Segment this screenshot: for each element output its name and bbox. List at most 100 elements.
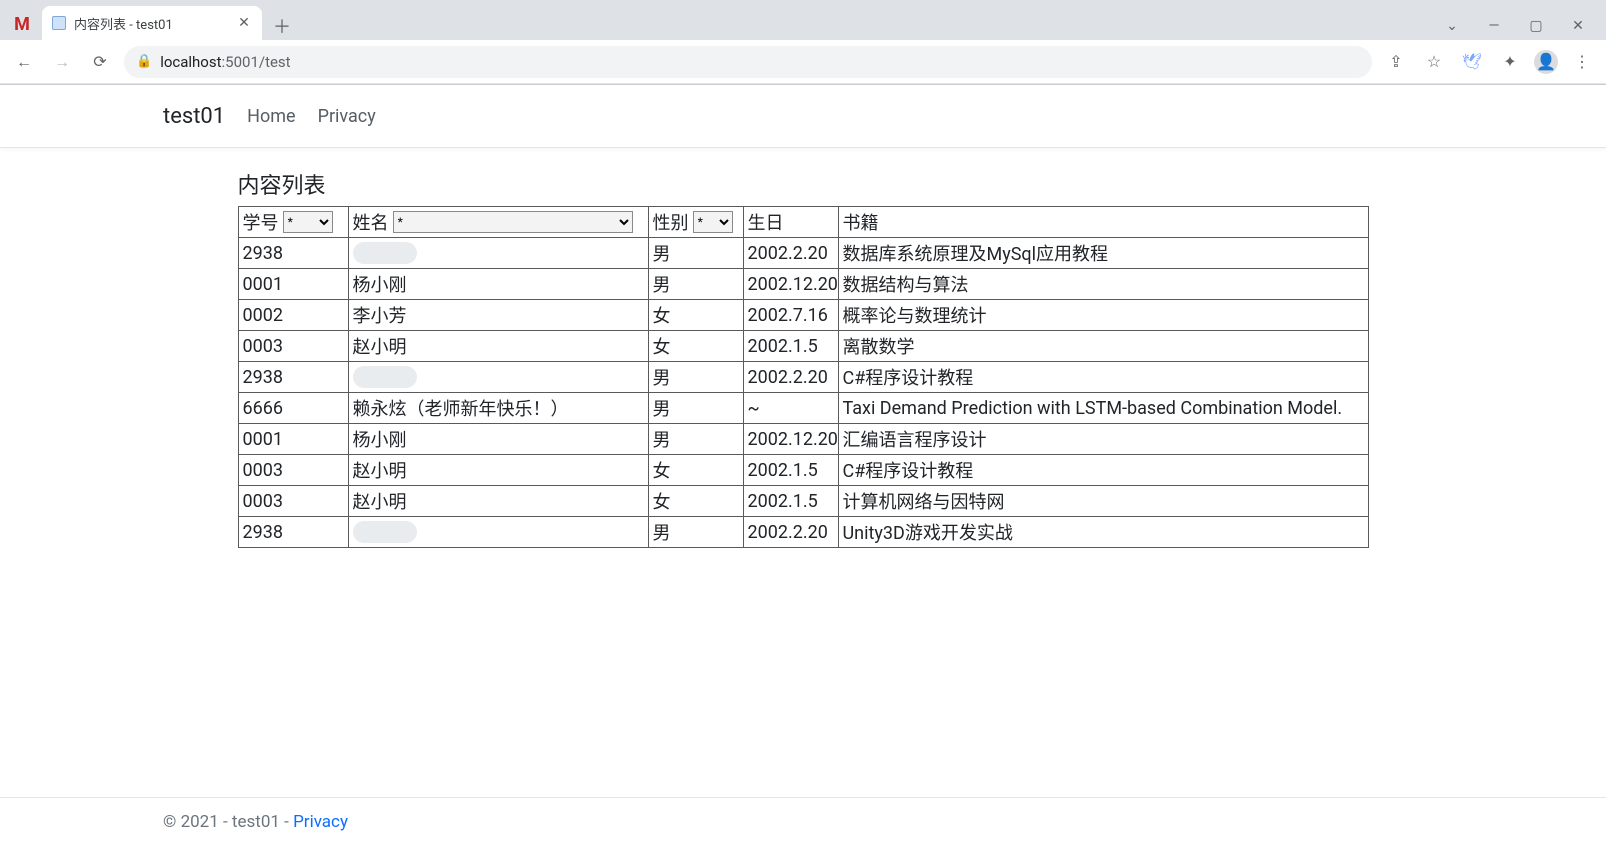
data-table: 学号 * 姓名 *: [238, 206, 1369, 548]
cell-name: [348, 362, 648, 393]
bookmark-icon[interactable]: ☆: [1420, 48, 1448, 76]
cell-birth: 2002.12.20: [743, 269, 838, 300]
extension-bird-icon[interactable]: 🕊: [1458, 48, 1486, 76]
cell-gender: 男: [648, 269, 743, 300]
table-row: 6666赖永炫（老师新年快乐！）男~Taxi Demand Prediction…: [238, 393, 1368, 424]
cell-book: 计算机网络与因特网: [838, 486, 1368, 517]
table-row: 2938男2002.2.20C#程序设计教程: [238, 362, 1368, 393]
browser-chrome: M 内容列表 - test01 ✕ ＋ ⌄ — ▢ ✕ ← → ⟳ 🔒 loca…: [0, 0, 1606, 85]
cell-gender: 男: [648, 424, 743, 455]
extensions-icon[interactable]: ✦: [1496, 48, 1524, 76]
reload-icon[interactable]: ⟳: [86, 48, 114, 76]
cell-book: C#程序设计教程: [838, 455, 1368, 486]
table-row: 2938 男2002.2.20数据库系统原理及MySql应用教程: [238, 238, 1368, 269]
cell-id: 0003: [238, 486, 348, 517]
window-controls: ⌄ — ▢ ✕: [1438, 18, 1602, 40]
url-text: localhost:5001/test: [160, 53, 290, 71]
minimize-icon[interactable]: —: [1480, 18, 1508, 34]
hdr-gender-label: 性别: [653, 209, 689, 235]
url-host: localhost: [160, 53, 221, 71]
cell-birth: 2002.1.5: [743, 486, 838, 517]
cell-name: [348, 238, 648, 269]
cell-birth: 2002.2.20: [743, 238, 838, 269]
cell-book: 数据库系统原理及MySql应用教程: [838, 238, 1368, 269]
cell-id: 0002: [238, 300, 348, 331]
table-row: 0003赵小明女2002.1.5C#程序设计教程: [238, 455, 1368, 486]
cell-name: 赵小明: [348, 331, 648, 362]
cell-birth: 2002.7.16: [743, 300, 838, 331]
table-row: 0001杨小刚男2002.12.20汇编语言程序设计: [238, 424, 1368, 455]
cell-book: 汇编语言程序设计: [838, 424, 1368, 455]
page: test01 Home Privacy 内容列表 学号 *: [0, 85, 1606, 862]
url-port: :5001: [222, 53, 259, 71]
profile-avatar-icon[interactable]: 👤: [1534, 50, 1558, 74]
forward-icon: →: [48, 48, 76, 76]
header-row: 学号 * 姓名 *: [238, 207, 1368, 238]
active-tab[interactable]: 内容列表 - test01 ✕: [42, 6, 262, 40]
cell-id: 2938: [238, 238, 348, 269]
cell-id: 2938: [238, 362, 348, 393]
address-bar[interactable]: 🔒 localhost:5001/test: [124, 46, 1372, 78]
cell-book: 离散数学: [838, 331, 1368, 362]
brand-link[interactable]: test01: [163, 104, 225, 129]
cell-gender: 男: [648, 238, 743, 269]
favicon-icon: [52, 16, 66, 30]
url-path: /test: [259, 53, 291, 71]
page-title: 内容列表: [238, 168, 1369, 200]
cell-book: Unity3D游戏开发实战: [838, 517, 1368, 548]
tab-strip: M 内容列表 - test01 ✕ ＋ ⌄ — ▢ ✕: [0, 0, 1606, 40]
footer-text: © 2021 - test01 -: [163, 812, 293, 832]
cell-gender: 男: [648, 393, 743, 424]
cell-id: 6666: [238, 393, 348, 424]
close-tab-icon[interactable]: ✕: [236, 15, 252, 31]
cell-book: 数据结构与算法: [838, 269, 1368, 300]
cell-birth: 2002.1.5: [743, 331, 838, 362]
close-window-icon[interactable]: ✕: [1564, 18, 1592, 34]
cell-birth: 2002.1.5: [743, 455, 838, 486]
cell-name: 赖永炫（老师新年快乐！）: [348, 393, 648, 424]
pinned-tab-icon[interactable]: M: [4, 8, 40, 40]
cell-name: 赵小明: [348, 455, 648, 486]
filter-name-select[interactable]: *: [393, 211, 633, 233]
table-body: 2938男2002.2.20数据库系统原理及MySql应用教程0001杨小刚男2…: [238, 238, 1368, 548]
filter-gender-select[interactable]: *: [693, 211, 733, 233]
back-icon[interactable]: ←: [10, 48, 38, 76]
table-row: 0002李小芳女2002.7.16概率论与数理统计: [238, 300, 1368, 331]
cell-id: 2938: [238, 517, 348, 548]
cell-name: 赵小明: [348, 486, 648, 517]
cell-birth: 2002.2.20: [743, 362, 838, 393]
cell-gender: 男: [648, 517, 743, 548]
cell-gender: 女: [648, 486, 743, 517]
footer: © 2021 - test01 - Privacy: [0, 797, 1606, 862]
hdr-name: 姓名 *: [348, 207, 648, 238]
hdr-name-label: 姓名: [353, 209, 389, 235]
filter-id-select[interactable]: *: [283, 211, 333, 233]
footer-privacy-link[interactable]: Privacy: [293, 812, 348, 832]
cell-gender: 女: [648, 300, 743, 331]
cell-book: Taxi Demand Prediction with LSTM-based C…: [838, 393, 1368, 424]
cell-id: 0003: [238, 455, 348, 486]
share-icon[interactable]: ⇪: [1382, 48, 1410, 76]
cell-birth: ~: [743, 393, 838, 424]
new-tab-button[interactable]: ＋: [268, 12, 296, 40]
cell-name: 李小芳: [348, 300, 648, 331]
hdr-id-label: 学号: [243, 209, 279, 235]
cell-name: [348, 517, 648, 548]
cell-book: 概率论与数理统计: [838, 300, 1368, 331]
cell-name: 杨小刚: [348, 269, 648, 300]
content: 内容列表 学号 *: [238, 148, 1369, 588]
table-row: 0003赵小明女2002.1.5离散数学: [238, 331, 1368, 362]
table-row: 0003赵小明女2002.1.5计算机网络与因特网: [238, 486, 1368, 517]
hdr-id: 学号 *: [238, 207, 348, 238]
chevron-down-icon[interactable]: ⌄: [1438, 18, 1466, 34]
maximize-icon[interactable]: ▢: [1522, 18, 1550, 34]
hdr-gender: 性别 *: [648, 207, 743, 238]
kebab-menu-icon[interactable]: ⋮: [1568, 48, 1596, 76]
hdr-book: 书籍: [838, 207, 1368, 238]
navbar: test01 Home Privacy: [0, 85, 1606, 148]
cell-gender: 女: [648, 455, 743, 486]
nav-privacy[interactable]: Privacy: [318, 106, 376, 127]
cell-id: 0003: [238, 331, 348, 362]
tab-title: 内容列表 - test01: [74, 14, 228, 33]
nav-home[interactable]: Home: [247, 106, 295, 127]
